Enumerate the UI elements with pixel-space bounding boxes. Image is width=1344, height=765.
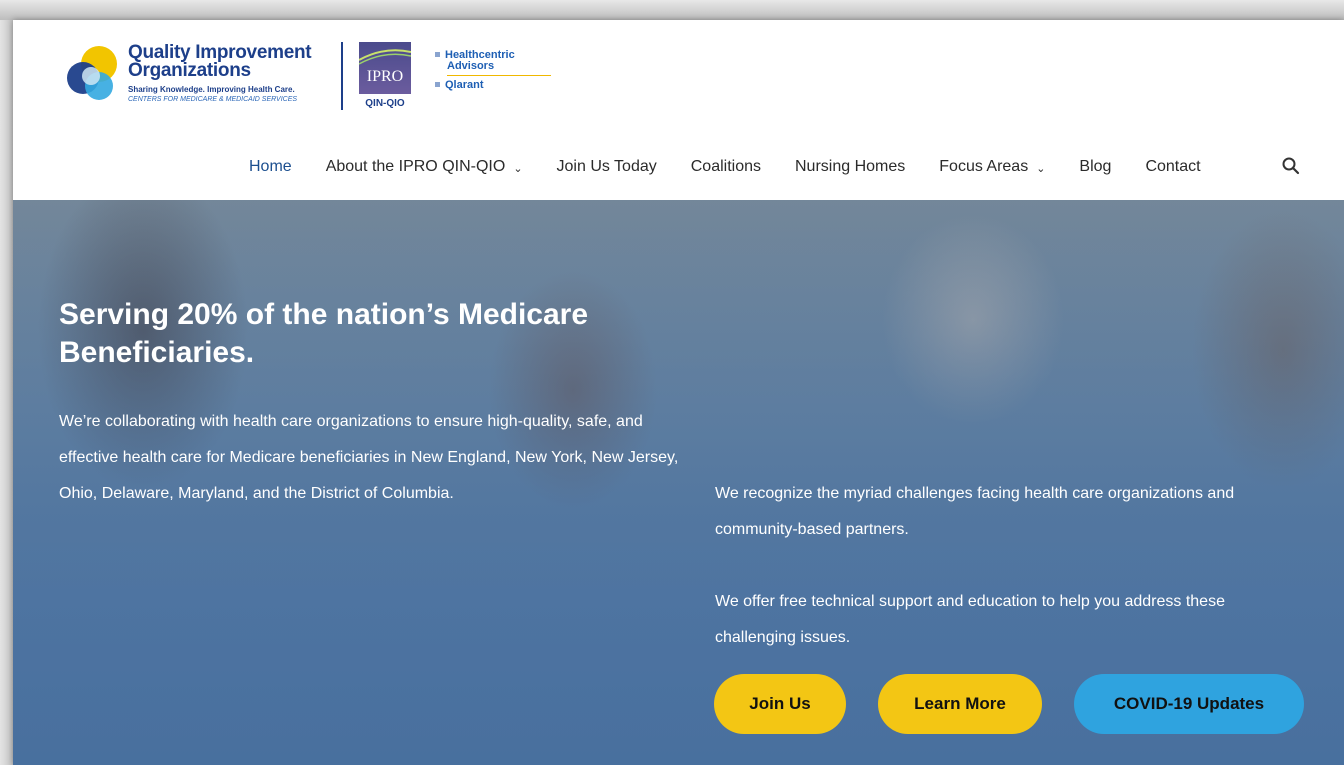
nav-item-focus-areas[interactable]: Focus Areas ⌄ (939, 158, 1045, 176)
ipro-box-text: IPRO (366, 68, 404, 85)
partner-divider (447, 75, 551, 76)
ipro-logo[interactable]: IPRO QIN-QIO (359, 42, 417, 114)
nav-item-home[interactable]: Home (249, 158, 292, 176)
partner-qlarant: Qlarant (435, 80, 555, 91)
nav-item-contact[interactable]: Contact (1145, 158, 1200, 176)
hero-body-text: We’re collaborating with health care org… (59, 413, 679, 502)
bullet-square-icon (435, 51, 440, 57)
search-icon[interactable] (1281, 156, 1301, 176)
site-header: Quality Improvement Organizations Sharin… (13, 20, 1344, 200)
hero-right-paragraph-1: We recognize the myriad challenges facin… (715, 485, 1235, 538)
nav-item-blog[interactable]: Blog (1079, 158, 1111, 176)
qio-subtitle: CENTERS FOR MEDICARE & MEDICAID SERVICES (128, 96, 298, 103)
page: Quality Improvement Organizations Sharin… (13, 20, 1344, 765)
partner-logos: Healthcentric Advisors Qlarant (435, 50, 555, 110)
hero-right-paragraph-2: We offer free technical support and educ… (715, 593, 1225, 646)
chevron-down-icon: ⌄ (513, 162, 523, 175)
chevron-down-icon: ⌄ (1036, 162, 1046, 175)
partner-advisors: Advisors (447, 60, 495, 72)
nav-item-nursing-homes[interactable]: Nursing Homes (795, 158, 905, 176)
qio-circles-icon (67, 46, 117, 100)
qio-tagline: Sharing Knowledge. Improving Health Care… (128, 85, 295, 94)
logo-divider (341, 42, 343, 110)
main-nav: Home About the IPRO QIN-QIO ⌄ Join Us Tod… (249, 154, 1235, 180)
nav-item-about[interactable]: About the IPRO QIN-QIO ⌄ (326, 158, 523, 176)
ipro-logo-box: IPRO (359, 42, 411, 94)
nav-item-coalitions[interactable]: Coalitions (691, 158, 761, 176)
nav-item-join-us-today[interactable]: Join Us Today (557, 158, 657, 176)
covid-updates-button[interactable]: COVID-19 Updates (1074, 674, 1304, 734)
window-top-border (0, 0, 1344, 20)
ipro-swoosh-icon (359, 49, 411, 65)
qio-logo[interactable]: Quality Improvement Organizations Sharin… (63, 42, 333, 122)
ipro-label: QIN-QIO (365, 98, 405, 109)
window-left-border (0, 20, 13, 765)
hero-right-text: We recognize the myriad challenges facin… (715, 476, 1305, 656)
hero-title: Serving 20% of the nation’s Medicare Ben… (59, 298, 589, 369)
bullet-square-icon (435, 81, 440, 87)
learn-more-button[interactable]: Learn More (878, 674, 1042, 734)
join-us-button[interactable]: Join Us (714, 674, 846, 734)
qio-title: Quality Improvement Organizations (128, 42, 312, 81)
